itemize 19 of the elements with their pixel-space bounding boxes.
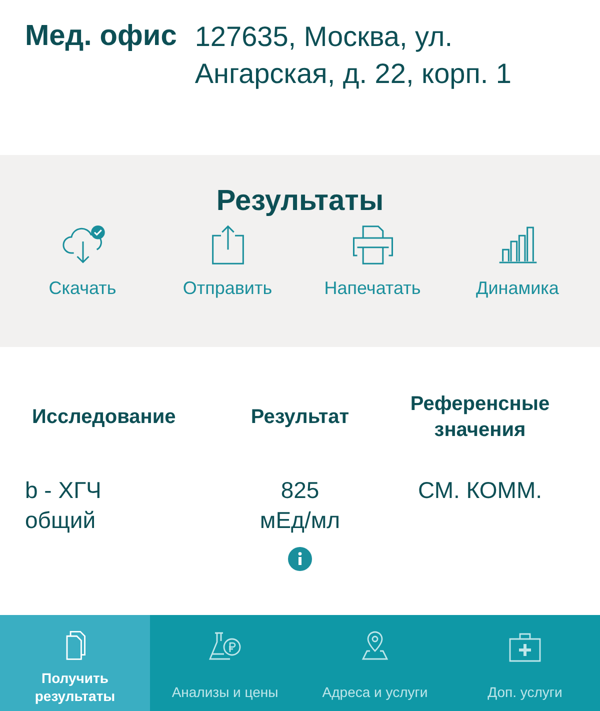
- table-cell-text: 825 мЕд/мл: [258, 476, 342, 535]
- nav-tab[interactable]: Получить результаты: [0, 615, 150, 711]
- action-button[interactable]: Напечатать: [305, 224, 440, 299]
- column-header: Исследование: [31, 405, 177, 430]
- office-label: Мед. офис: [25, 19, 177, 54]
- info-icon[interactable]: [288, 547, 312, 571]
- column-header: Результат: [250, 405, 350, 430]
- column-header: Референсные значения: [409, 392, 551, 443]
- action-button[interactable]: Скачать: [15, 224, 150, 299]
- section-title: Результаты: [216, 185, 384, 218]
- cloud-download-icon: [60, 224, 106, 266]
- nav-tab[interactable]: Доп. услуги: [450, 615, 600, 711]
- action-button[interactable]: Динамика: [450, 224, 585, 299]
- table-cell-text: СМ. КОММ.: [416, 476, 544, 505]
- nav-tab[interactable]: Анализы и цены: [150, 615, 300, 711]
- table-cell-text: b - ХГЧ общий: [24, 476, 102, 535]
- nav-tab[interactable]: Адреса и услуги: [300, 615, 450, 711]
- office-address: 127635, Москва, ул. Ангарская, д. 22, корп. 1: [194, 20, 512, 91]
- action-button[interactable]: Отправить: [160, 224, 295, 299]
